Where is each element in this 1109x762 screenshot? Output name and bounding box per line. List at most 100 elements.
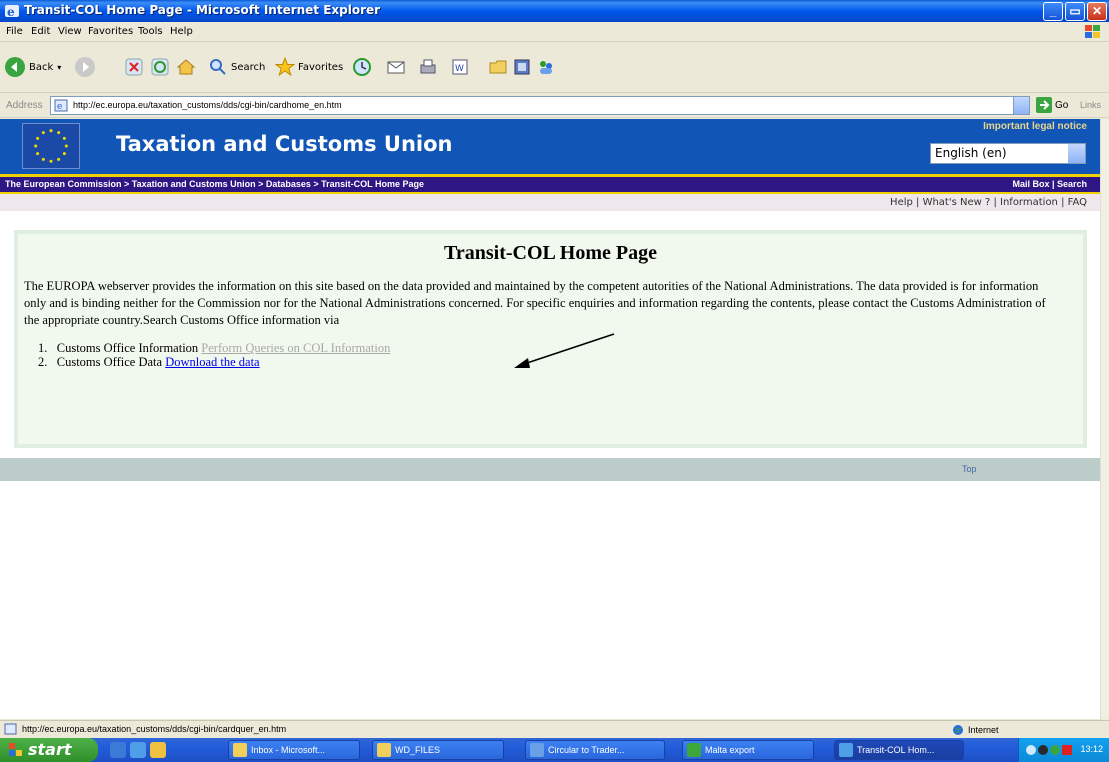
go-label: Go: [1055, 99, 1069, 111]
print-button[interactable]: [418, 47, 438, 87]
quicklaunch-outlook-icon[interactable]: [150, 742, 166, 758]
language-select[interactable]: English (en): [930, 143, 1086, 164]
download-data-link[interactable]: Download the data: [165, 355, 259, 369]
task-wd-files[interactable]: WD_FILES: [372, 740, 504, 760]
svg-text:W: W: [455, 64, 464, 74]
site-title: Taxation and Customs Union: [116, 132, 453, 156]
home-button[interactable]: [176, 47, 196, 87]
home-icon: [176, 59, 196, 75]
maximize-button[interactable]: ▭: [1065, 2, 1085, 21]
mail-icon: [387, 61, 405, 74]
options-list: 1. Customs Office Information Perform Qu…: [38, 341, 390, 369]
address-input[interactable]: e http://ec.europa.eu/taxation_customs/d…: [50, 96, 1030, 115]
folder-button[interactable]: [488, 47, 508, 87]
task-circular[interactable]: Circular to Trader...: [525, 740, 665, 760]
help-links-bar: Help | What's New ? | Information | FAQ: [0, 194, 1100, 211]
messenger-icon: [540, 61, 552, 74]
stop-button[interactable]: [124, 47, 144, 87]
history-icon: [353, 58, 371, 76]
browser-window: e Transit-COL Home Page - Microsoft Inte…: [0, 0, 1109, 762]
title-bar[interactable]: e Transit-COL Home Page - Microsoft Inte…: [0, 0, 1109, 22]
menu-edit[interactable]: Edit: [31, 26, 50, 37]
vertical-scrollbar[interactable]: [1100, 119, 1109, 719]
research-icon: [514, 59, 530, 75]
list-number: 2.: [38, 355, 48, 369]
mailbox-search-links[interactable]: Mail Box | Search: [1012, 179, 1087, 189]
refresh-button[interactable]: [150, 47, 170, 87]
back-label: Back: [29, 61, 54, 73]
internet-explorer-icon: e: [5, 5, 19, 19]
go-arrow-icon: [1036, 97, 1052, 113]
research-button[interactable]: [512, 47, 532, 87]
edit-button[interactable]: W: [450, 47, 470, 87]
globe-icon: [953, 725, 963, 735]
breadcrumb[interactable]: The European Commission > Taxation and C…: [5, 179, 424, 189]
favorites-label: Favorites: [298, 61, 344, 73]
page-icon: [4, 723, 17, 735]
close-button[interactable]: ✕: [1087, 2, 1107, 21]
address-bar: Address e http://ec.europa.eu/taxation_c…: [0, 94, 1109, 118]
folder-icon: [377, 743, 391, 757]
search-label: Search: [231, 61, 266, 73]
quicklaunch-ie-icon[interactable]: [130, 742, 146, 758]
windows-logo-icon: [1085, 25, 1100, 38]
mail-button[interactable]: [386, 47, 406, 87]
language-value: English (en): [935, 146, 1007, 160]
list-item: 2. Customs Office Data Download the data: [38, 355, 390, 369]
stop-icon: [125, 58, 143, 76]
forward-arrow-icon: [75, 57, 95, 77]
quicklaunch-desktop-icon[interactable]: [110, 742, 126, 758]
messenger-button[interactable]: [536, 47, 556, 87]
address-dropdown-button[interactable]: [1013, 97, 1029, 114]
svg-text:e: e: [7, 5, 15, 19]
perform-queries-link[interactable]: Perform Queries on COL Information: [201, 341, 390, 355]
list-text: Customs Office Data: [56, 355, 163, 369]
task-label: Malta export: [705, 745, 755, 755]
excel-icon: [687, 743, 701, 757]
menu-view[interactable]: View: [58, 26, 82, 37]
legal-notice-link[interactable]: Important legal notice: [983, 121, 1087, 132]
help-links[interactable]: Help | What's New ? | Information | FAQ: [890, 197, 1087, 208]
svg-text:e: e: [57, 102, 62, 112]
outlook-icon: [233, 743, 247, 757]
back-button[interactable]: Back ▾: [4, 47, 61, 87]
site-header: Taxation and Customs Union Important leg…: [0, 119, 1100, 174]
breadcrumb-bar: The European Commission > Taxation and C…: [0, 177, 1100, 192]
windows-logo-icon: [9, 743, 22, 756]
menu-favorites[interactable]: Favorites: [88, 26, 133, 37]
forward-button[interactable]: [74, 47, 96, 87]
annotation-arrow-icon: [514, 333, 615, 368]
intro-paragraph: The EUROPA webserver provides the inform…: [24, 279, 1046, 327]
address-url: http://ec.europa.eu/taxation_customs/dds…: [73, 100, 342, 110]
menu-file[interactable]: File: [6, 26, 23, 37]
task-label: Transit-COL Hom...: [857, 745, 935, 755]
menu-tools[interactable]: Tools: [138, 26, 163, 37]
task-inbox[interactable]: Inbox - Microsoft...: [228, 740, 360, 760]
go-button[interactable]: Go: [1036, 97, 1068, 113]
minimize-button[interactable]: _: [1043, 2, 1063, 21]
top-link[interactable]: Top: [962, 464, 977, 474]
task-label: Inbox - Microsoft...: [251, 745, 326, 755]
task-label: Circular to Trader...: [548, 745, 625, 755]
start-button[interactable]: start: [0, 738, 98, 762]
search-button[interactable]: Search: [208, 47, 265, 87]
start-label: start: [28, 740, 72, 759]
address-label: Address: [6, 100, 43, 111]
internet-explorer-icon: [839, 743, 853, 757]
list-item: 1. Customs Office Information Perform Qu…: [38, 341, 390, 355]
list-number: 1.: [38, 341, 48, 355]
search-icon: [210, 59, 226, 75]
language-dropdown-button[interactable]: [1068, 144, 1085, 163]
task-transit-col[interactable]: Transit-COL Hom...: [834, 740, 964, 760]
history-button[interactable]: [352, 47, 372, 87]
print-icon: [420, 59, 436, 74]
menu-help[interactable]: Help: [170, 26, 193, 37]
word-icon: [530, 743, 544, 757]
eu-flag-logo: [22, 123, 80, 169]
task-malta-export[interactable]: Malta export: [682, 740, 814, 760]
task-label: WD_FILES: [395, 745, 441, 755]
favorites-button[interactable]: Favorites: [275, 47, 343, 87]
page-footer: Top: [0, 458, 1100, 481]
links-button[interactable]: Links: [1080, 100, 1101, 110]
toolbar: Back ▾ Search Favorites W: [0, 43, 1109, 93]
